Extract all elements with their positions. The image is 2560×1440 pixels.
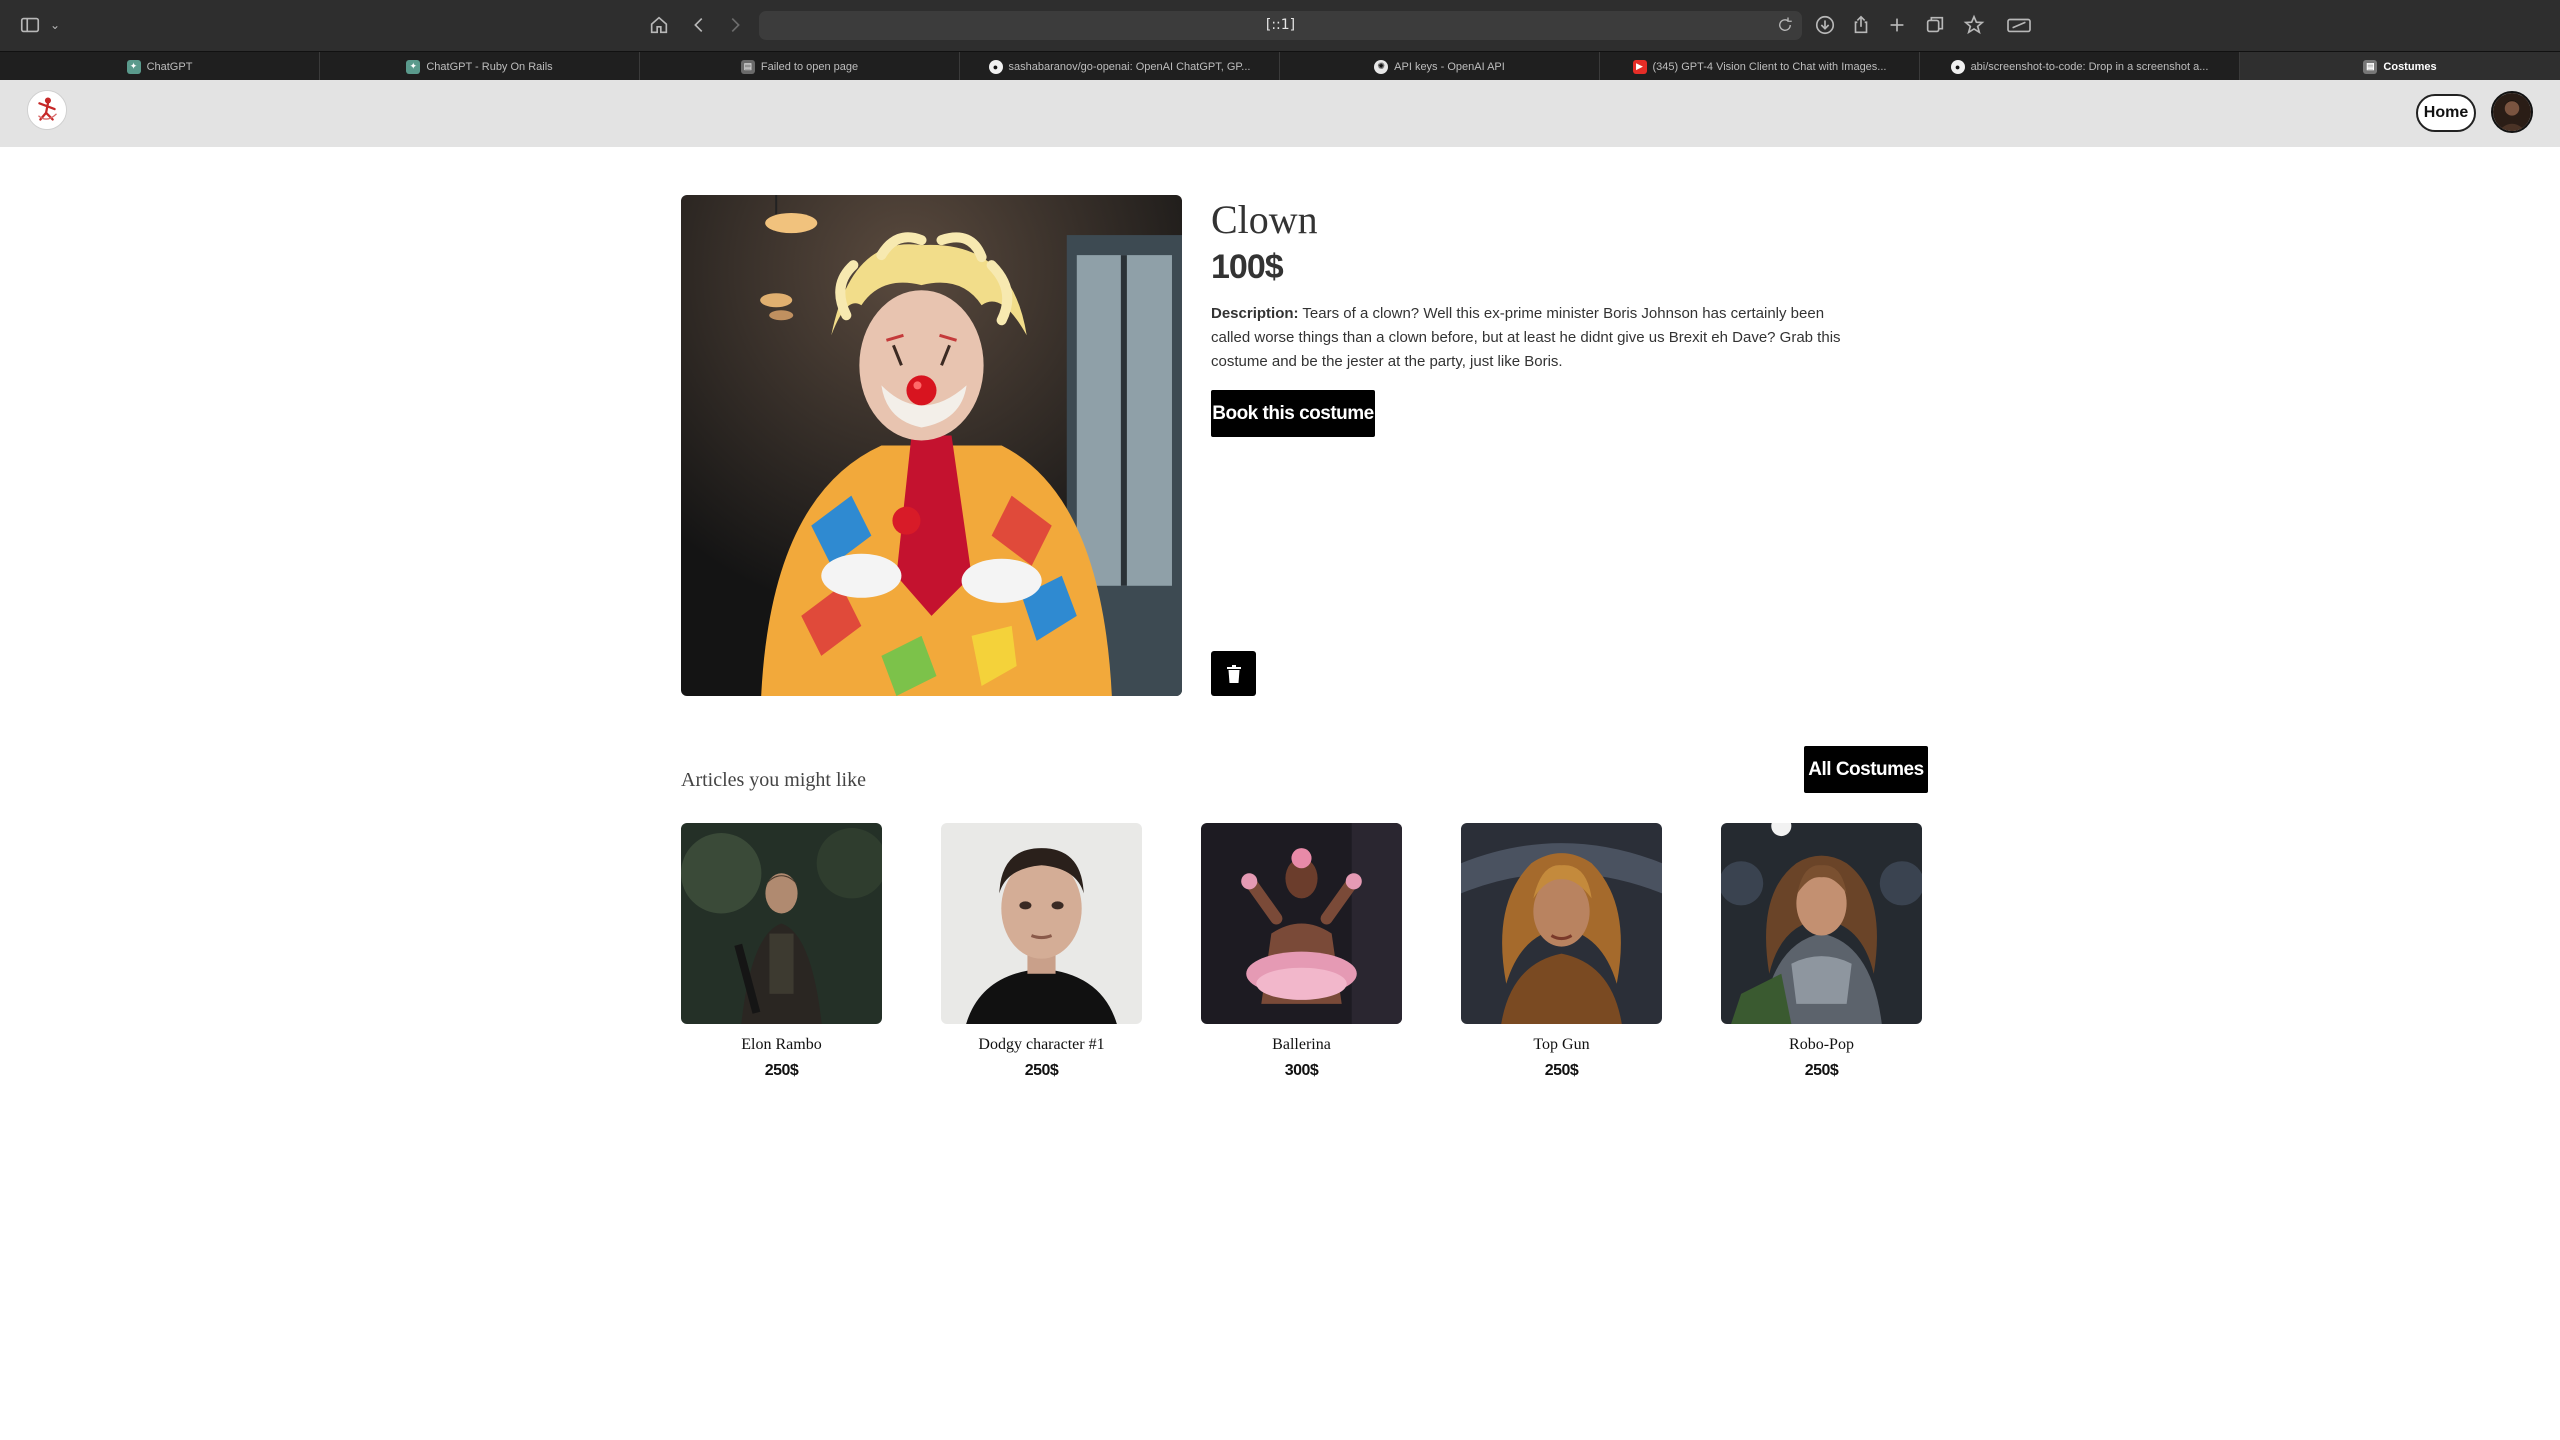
tab-costumes[interactable]: ▤ Costumes — [2240, 52, 2560, 81]
tab-label: ChatGPT - Ruby On Rails — [426, 60, 553, 73]
github-favicon-icon: ● — [988, 59, 1003, 74]
costume-price: 250$ — [1024, 1062, 1059, 1079]
address-text: [::1] — [1265, 17, 1296, 33]
download-icon[interactable] — [1812, 12, 1838, 38]
related-heading: Articles you might like — [681, 769, 866, 791]
costume-card-elon-rambo[interactable]: Elon Rambo 250$ — [681, 823, 882, 1080]
reload-icon[interactable] — [1776, 16, 1794, 34]
tab-chatgpt-rails[interactable]: ✦ ChatGPT - Ruby On Rails — [320, 52, 640, 81]
tab-chatgpt[interactable]: ✦ ChatGPT — [0, 52, 320, 81]
tab-overview-icon[interactable] — [1922, 12, 1948, 38]
extension-icon[interactable] — [2004, 12, 2034, 38]
site-logo[interactable] — [27, 90, 67, 130]
product-title: Clown — [1211, 197, 1318, 242]
avatar[interactable] — [2491, 91, 2533, 133]
costume-image[interactable] — [941, 823, 1142, 1024]
page-favicon-icon: ▤ — [740, 59, 755, 74]
chatgpt-favicon-icon: ✦ — [406, 59, 421, 74]
openai-favicon-icon: ✺ — [1374, 59, 1389, 74]
bookmark-star-icon[interactable] — [1961, 12, 1987, 38]
costume-image[interactable] — [1201, 823, 1402, 1024]
chatgpt-favicon-icon: ✦ — [126, 59, 141, 74]
costumes-favicon-icon: ▤ — [2363, 59, 2378, 74]
costume-price: 250$ — [764, 1062, 799, 1079]
description-text: Tears of a clown? Well this ex-prime min… — [1211, 305, 1841, 370]
chevron-down-icon[interactable]: ⌄ — [48, 12, 62, 38]
tab-label: API keys - OpenAI API — [1394, 60, 1505, 73]
book-costume-button[interactable]: Book this costume — [1211, 390, 1375, 437]
home-icon[interactable] — [646, 12, 672, 38]
tab-label: Costumes — [2383, 60, 2437, 73]
tab-youtube[interactable]: ▶ (345) GPT-4 Vision Client to Chat with… — [1600, 52, 1920, 81]
sidebar-toggle-icon[interactable] — [17, 12, 43, 38]
costume-card-ballerina[interactable]: Ballerina 300$ — [1201, 823, 1402, 1080]
costume-name: Top Gun — [1533, 1036, 1590, 1053]
tab-bar: ✦ ChatGPT ✦ ChatGPT - Ruby On Rails ▤ Fa… — [0, 51, 2560, 81]
product-price: 100$ — [1211, 248, 1284, 286]
costume-image[interactable] — [1461, 823, 1662, 1024]
trash-icon — [1226, 664, 1241, 683]
site-header — [0, 80, 2560, 147]
home-button[interactable]: Home — [2416, 94, 2476, 132]
product-image-clown — [681, 195, 1182, 696]
costume-name: Ballerina — [1272, 1036, 1331, 1053]
back-icon[interactable] — [686, 12, 712, 38]
costume-card-dodgy-character[interactable]: Dodgy character #1 250$ — [941, 823, 1142, 1080]
costume-image[interactable] — [681, 823, 882, 1024]
all-costumes-button[interactable]: All Costumes — [1804, 746, 1928, 793]
tab-label: Failed to open page — [760, 60, 859, 73]
tab-label: ChatGPT — [146, 60, 193, 73]
costume-card-robo-pop[interactable]: Robo-Pop 250$ — [1721, 823, 1922, 1080]
tab-api-keys[interactable]: ✺ API keys - OpenAI API — [1280, 52, 1600, 81]
github-favicon-icon: ● — [1950, 59, 1965, 74]
delete-button[interactable] — [1211, 651, 1256, 696]
tab-label: sashabaranov/go-openai: OpenAI ChatGPT, … — [1008, 60, 1251, 73]
address-bar[interactable]: [::1] — [759, 11, 1802, 40]
new-tab-icon[interactable] — [1884, 12, 1910, 38]
tab-label: (345) GPT-4 Vision Client to Chat with I… — [1652, 60, 1887, 73]
tab-label: abi/screenshot-to-code: Drop in a screen… — [1970, 60, 2209, 73]
tab-screenshot-to-code[interactable]: ● abi/screenshot-to-code: Drop in a scre… — [1920, 52, 2240, 81]
costume-image[interactable] — [1721, 823, 1922, 1024]
description-label: Description: — [1211, 305, 1299, 322]
tab-failed-page[interactable]: ▤ Failed to open page — [640, 52, 960, 81]
forward-icon[interactable] — [722, 12, 748, 38]
costume-name: Elon Rambo — [741, 1036, 822, 1053]
share-icon[interactable] — [1848, 12, 1874, 38]
youtube-favicon-icon: ▶ — [1632, 59, 1647, 74]
browser-toolbar: ⌄ [::1] — [0, 0, 2560, 51]
costume-name: Robo-Pop — [1789, 1036, 1854, 1053]
product-description: Description: Tears of a clown? Well this… — [1211, 302, 1841, 374]
costume-card-top-gun[interactable]: Top Gun 250$ — [1461, 823, 1662, 1080]
costume-name: Dodgy character #1 — [978, 1036, 1105, 1053]
costume-price: 250$ — [1544, 1062, 1579, 1079]
costume-price: 300$ — [1284, 1062, 1319, 1079]
costume-price: 250$ — [1804, 1062, 1839, 1079]
tab-go-openai[interactable]: ● sashabaranov/go-openai: OpenAI ChatGPT… — [960, 52, 1280, 81]
